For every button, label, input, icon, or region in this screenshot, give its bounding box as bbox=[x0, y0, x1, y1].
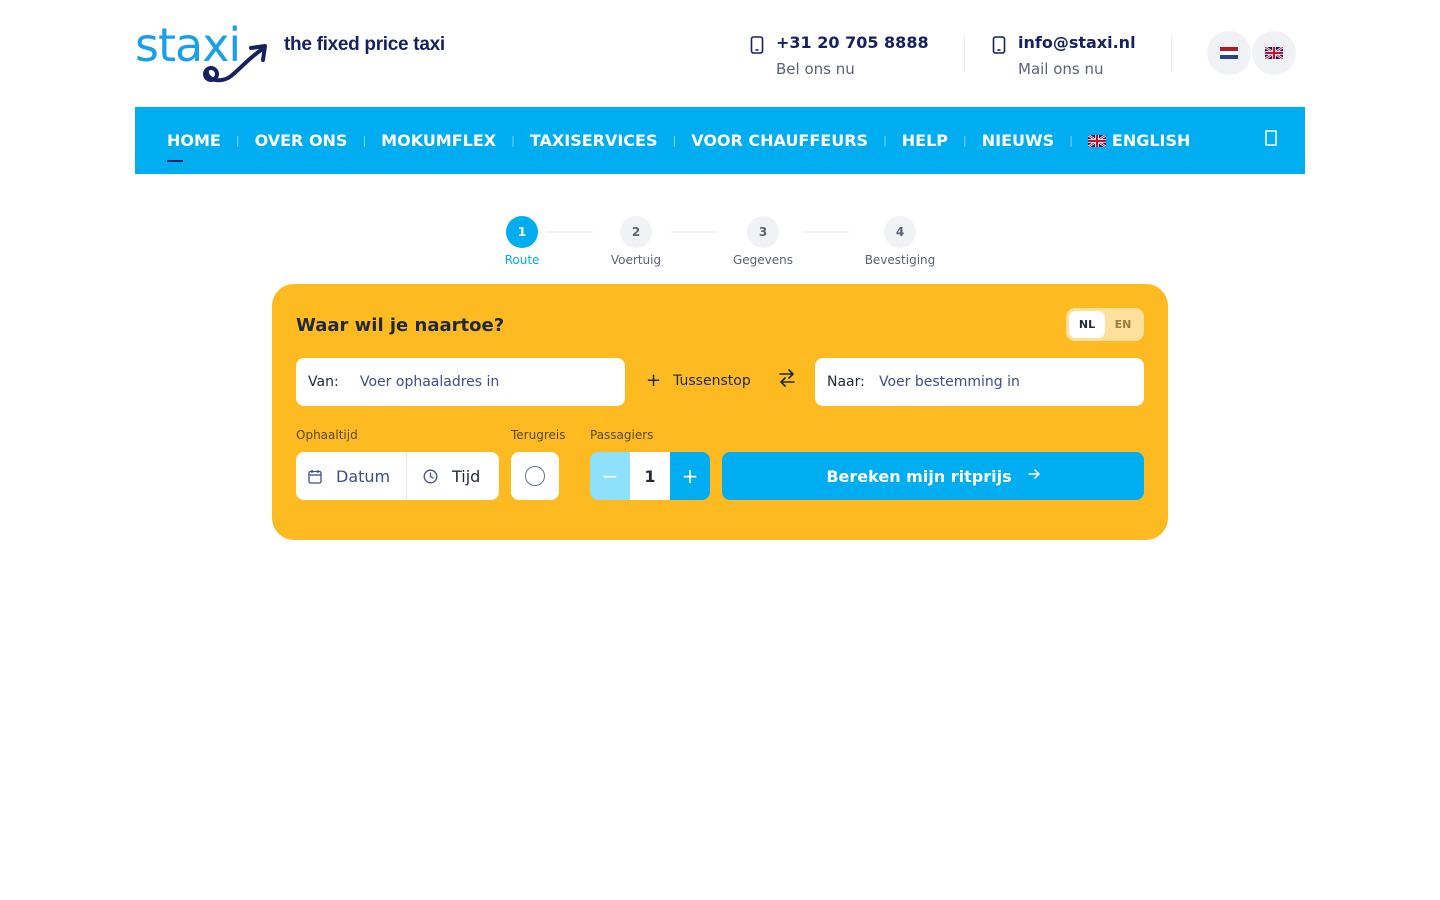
nav-item-english[interactable]: ENGLISH bbox=[1087, 131, 1191, 150]
nav-separator: | bbox=[1069, 134, 1073, 147]
return-trip-toggle[interactable] bbox=[511, 452, 559, 500]
search-icon bbox=[1265, 130, 1277, 146]
swap-addresses-button[interactable] bbox=[778, 368, 796, 392]
uk-flag-icon bbox=[1087, 134, 1106, 147]
nav-label: HELP bbox=[901, 131, 949, 150]
language-en-button[interactable] bbox=[1252, 31, 1296, 75]
booking-steps: 1 Route 2 Voertuig 3 Gegevens 4 Bevestig… bbox=[0, 216, 1440, 276]
nav-item-taxiservices[interactable]: TAXISERVICES bbox=[530, 131, 658, 150]
pickup-datetime: Datum Tijd bbox=[296, 452, 499, 500]
increase-passengers-button[interactable]: + bbox=[670, 452, 710, 500]
email-address[interactable]: info@staxi.nl bbox=[1018, 32, 1136, 54]
language-toggle[interactable]: NL EN bbox=[1066, 308, 1144, 341]
decrease-passengers-button[interactable]: − bbox=[590, 452, 630, 500]
nav-label: ENGLISH bbox=[1111, 131, 1191, 150]
nav-separator: | bbox=[511, 134, 515, 147]
logo-tagline: the fixed price taxi bbox=[284, 34, 445, 55]
destination-input[interactable]: Naar: Voer bestemming in bbox=[815, 358, 1144, 406]
phone-number[interactable]: +31 20 705 8888 bbox=[776, 32, 929, 54]
nav-label: OVER ONS bbox=[254, 131, 348, 150]
return-radio[interactable] bbox=[525, 466, 545, 486]
header-divider bbox=[964, 36, 965, 72]
nav-item-mokumflex[interactable]: MOKUMFLEX bbox=[381, 131, 496, 150]
return-label: Terugreis bbox=[511, 428, 566, 442]
passengers-label: Passagiers bbox=[590, 428, 654, 442]
calendar-icon bbox=[308, 469, 322, 484]
step-route[interactable]: 1 Route bbox=[462, 216, 582, 267]
mail-icon bbox=[992, 36, 1018, 80]
main-nav: HOME | OVER ONS | MOKUMFLEX | TAXISERVIC… bbox=[135, 107, 1305, 174]
contact-mail[interactable]: info@staxi.nl Mail ons nu bbox=[992, 32, 1136, 80]
nav-separator: | bbox=[235, 134, 240, 147]
to-placeholder: Voer bestemming in bbox=[879, 374, 1020, 390]
nav-separator: | bbox=[672, 134, 677, 147]
pickup-time-label: Ophaaltijd bbox=[296, 428, 358, 442]
lang-nl-option[interactable]: NL bbox=[1069, 311, 1105, 338]
nav-item-home[interactable]: HOME bbox=[167, 131, 221, 162]
nav-item-nieuws[interactable]: NIEUWS bbox=[982, 131, 1054, 150]
nav-separator: | bbox=[963, 134, 967, 147]
from-label: Van: bbox=[308, 374, 339, 390]
logo-arrow-icon bbox=[203, 44, 267, 83]
clock-icon bbox=[423, 469, 438, 484]
nav-label: VOOR CHAUFFEURS bbox=[691, 131, 869, 150]
step-label: Gegevens bbox=[732, 253, 794, 267]
date-placeholder: Datum bbox=[336, 466, 391, 486]
step-number: 1 bbox=[506, 216, 538, 248]
booking-title: Waar wil je naartoe? bbox=[296, 315, 505, 336]
calculate-price-label: Bereken mijn ritprijs bbox=[826, 466, 1012, 486]
phone-subtext: Bel ons nu bbox=[776, 60, 855, 78]
pickup-address-input[interactable]: Van: Voer ophaaladres in bbox=[296, 358, 625, 406]
time-input[interactable]: Tijd bbox=[407, 452, 480, 500]
step-label: Route bbox=[504, 253, 540, 267]
passenger-count[interactable]: 1 bbox=[630, 452, 670, 500]
lang-en-option[interactable]: EN bbox=[1105, 311, 1141, 338]
nav-item-help[interactable]: HELP bbox=[902, 131, 948, 150]
add-stopover-button[interactable]: + Tussenstop bbox=[646, 372, 751, 390]
step-gegevens[interactable]: 3 Gegevens bbox=[703, 216, 823, 267]
email-subtext: Mail ons nu bbox=[1018, 60, 1104, 78]
language-nl-button[interactable] bbox=[1207, 31, 1251, 75]
phone-icon bbox=[750, 36, 776, 80]
step-number: 3 bbox=[747, 216, 779, 248]
logo[interactable]: staxi the fixed price taxi bbox=[135, 18, 445, 90]
step-bevestiging[interactable]: 4 Bevestiging bbox=[840, 216, 960, 267]
swap-icon bbox=[779, 369, 795, 387]
step-voertuig[interactable]: 2 Voertuig bbox=[576, 216, 696, 267]
arrow-right-icon bbox=[1027, 468, 1040, 484]
nav-label: HOME bbox=[167, 131, 221, 150]
nav-item-over-ons[interactable]: OVER ONS bbox=[255, 131, 348, 150]
header-divider bbox=[1171, 36, 1172, 72]
search-button[interactable] bbox=[1263, 129, 1279, 151]
time-placeholder: Tijd bbox=[452, 466, 481, 486]
nav-separator: | bbox=[883, 134, 887, 147]
passenger-stepper: − 1 + bbox=[590, 452, 710, 500]
date-input[interactable]: Datum bbox=[296, 452, 407, 500]
netherlands-flag-icon bbox=[1220, 47, 1238, 59]
nav-separator: | bbox=[362, 134, 367, 147]
step-number: 2 bbox=[620, 216, 652, 248]
stopover-label: Tussenstop bbox=[673, 373, 751, 389]
plus-icon: + bbox=[646, 370, 662, 391]
nav-label: NIEUWS bbox=[981, 131, 1055, 150]
nav-label: TAXISERVICES bbox=[529, 131, 658, 150]
step-number: 4 bbox=[884, 216, 916, 248]
nav-item-voor-chauffeurs[interactable]: VOOR CHAUFFEURS bbox=[691, 131, 868, 150]
step-label: Bevestiging bbox=[864, 253, 936, 267]
booking-form: Waar wil je naartoe? NL EN Van: Voer oph… bbox=[272, 284, 1168, 540]
from-placeholder: Voer ophaaladres in bbox=[360, 374, 500, 390]
uk-flag-icon bbox=[1265, 47, 1283, 59]
contact-phone[interactable]: +31 20 705 8888 Bel ons nu bbox=[750, 32, 929, 80]
nav-label: MOKUMFLEX bbox=[381, 131, 497, 150]
to-label: Naar: bbox=[827, 374, 865, 390]
calculate-price-button[interactable]: Bereken mijn ritprijs bbox=[722, 452, 1144, 500]
step-label: Voertuig bbox=[610, 253, 662, 267]
